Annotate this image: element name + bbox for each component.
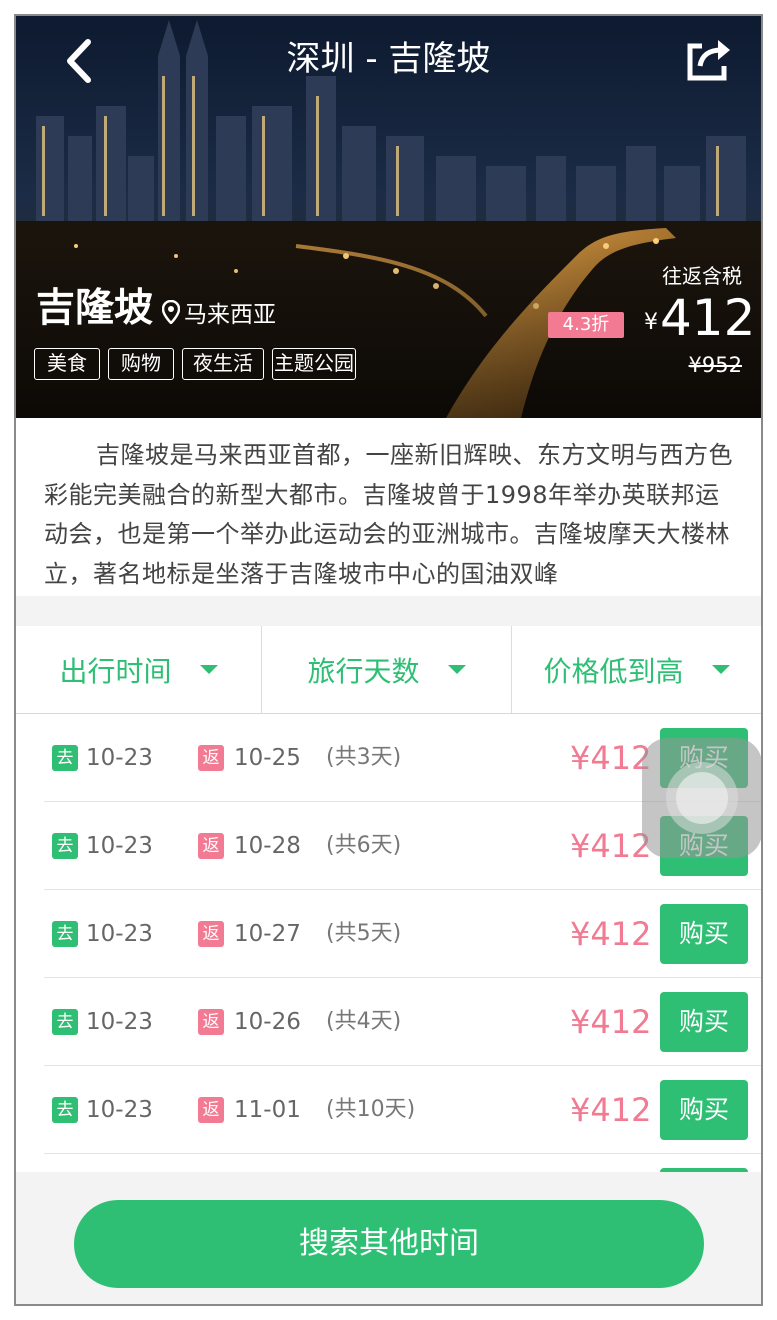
trip-days: (共10天) xyxy=(326,1097,416,1122)
section-divider xyxy=(16,596,761,626)
discount-badge: 4.3折 xyxy=(548,312,624,338)
return-badge: 返 xyxy=(198,921,224,947)
trip-row[interactable]: 去 10-23 返 10-26 (共4天) ¥412 购买 xyxy=(44,978,761,1066)
trip-days: (共3天) xyxy=(326,745,402,770)
assistive-touch-center xyxy=(676,772,728,824)
return-date: 10-28 xyxy=(234,833,301,859)
destination-location: 马来西亚 xyxy=(162,295,276,329)
go-date: 10-23 xyxy=(86,921,153,947)
trip-row[interactable]: 去 10-23 返 10-27 (共5天) ¥412 购买 xyxy=(44,890,761,978)
return-badge: 返 xyxy=(198,1097,224,1123)
destination-description: 吉隆坡是马来西亚首都，一座新旧辉映、东方文明与西方色彩能完美融合的新型大都市。吉… xyxy=(16,418,761,596)
go-date: 10-23 xyxy=(86,1009,153,1035)
return-date: 11-01 xyxy=(234,1097,301,1123)
share-button[interactable] xyxy=(684,34,734,84)
buy-button[interactable]: 购买 xyxy=(660,904,748,964)
filter-bar: 出行时间 旅行天数 价格低到高 xyxy=(16,626,761,714)
go-badge: 去 xyxy=(52,1097,78,1123)
share-icon xyxy=(687,40,730,81)
return-date: 10-25 xyxy=(234,745,301,771)
trip-days: (共4天) xyxy=(326,1009,402,1034)
trip-days: (共5天) xyxy=(326,921,402,946)
caret-down-icon xyxy=(199,665,218,674)
trip-days: (共6天) xyxy=(326,833,402,858)
bottom-bar: 搜索其他时间 xyxy=(16,1172,761,1304)
go-badge: 去 xyxy=(52,1009,78,1035)
go-badge: 去 xyxy=(52,921,78,947)
filter-travel-time[interactable]: 出行时间 xyxy=(16,626,261,713)
assistive-touch-button[interactable] xyxy=(642,738,761,858)
trip-price: ¥412 xyxy=(570,1091,652,1129)
caret-down-icon xyxy=(447,665,466,674)
original-price: ¥952 xyxy=(688,353,742,377)
go-date: 10-23 xyxy=(86,745,153,771)
return-badge: 返 xyxy=(198,745,224,771)
filter-travel-days[interactable]: 旅行天数 xyxy=(261,626,511,713)
filter-label: 旅行天数 xyxy=(307,654,420,688)
trip-price: ¥412 xyxy=(570,827,652,865)
return-date: 10-27 xyxy=(234,921,301,947)
filter-label: 价格低到高 xyxy=(543,654,684,688)
search-other-dates-button[interactable]: 搜索其他时间 xyxy=(74,1200,704,1288)
go-date: 10-23 xyxy=(86,1097,153,1123)
page-title: 深圳 - 吉隆坡 xyxy=(286,39,491,79)
location-pin-icon xyxy=(162,300,180,324)
trip-price: ¥412 xyxy=(570,739,652,777)
price-note: 往返含税 xyxy=(662,264,742,288)
description-text: 吉隆坡是马来西亚首都，一座新旧辉映、东方文明与西方色彩能完美融合的新型大都市。吉… xyxy=(44,441,733,588)
return-date: 10-26 xyxy=(234,1009,301,1035)
hero-price: ¥412 xyxy=(644,288,755,348)
filter-price-sort[interactable]: 价格低到高 xyxy=(511,626,761,713)
go-date: 10-23 xyxy=(86,833,153,859)
go-badge: 去 xyxy=(52,745,78,771)
trip-row-partial[interactable] xyxy=(44,1154,761,1172)
country-label: 马来西亚 xyxy=(184,302,276,328)
return-badge: 返 xyxy=(198,1009,224,1035)
buy-button[interactable]: 购买 xyxy=(660,1080,748,1140)
hero-banner: 深圳 - 吉隆坡 吉隆坡 马来西亚 美食 购物 夜生活 主题公园 往返含税 4.… xyxy=(16,16,761,418)
app-screen: 深圳 - 吉隆坡 吉隆坡 马来西亚 美食 购物 夜生活 主题公园 往返含税 4.… xyxy=(14,14,763,1306)
trip-price: ¥412 xyxy=(570,1003,652,1041)
trip-row[interactable]: 去 10-23 返 11-01 (共10天) ¥412 购买 xyxy=(44,1066,761,1154)
return-badge: 返 xyxy=(198,833,224,859)
price-value: 412 xyxy=(660,289,756,347)
buy-button[interactable]: 购买 xyxy=(660,992,748,1052)
filter-label: 出行时间 xyxy=(59,654,172,688)
currency-symbol: ¥ xyxy=(644,310,658,335)
trip-price: ¥412 xyxy=(570,915,652,953)
destination-name: 吉隆坡 xyxy=(36,286,154,331)
caret-down-icon xyxy=(711,665,730,674)
go-badge: 去 xyxy=(52,833,78,859)
